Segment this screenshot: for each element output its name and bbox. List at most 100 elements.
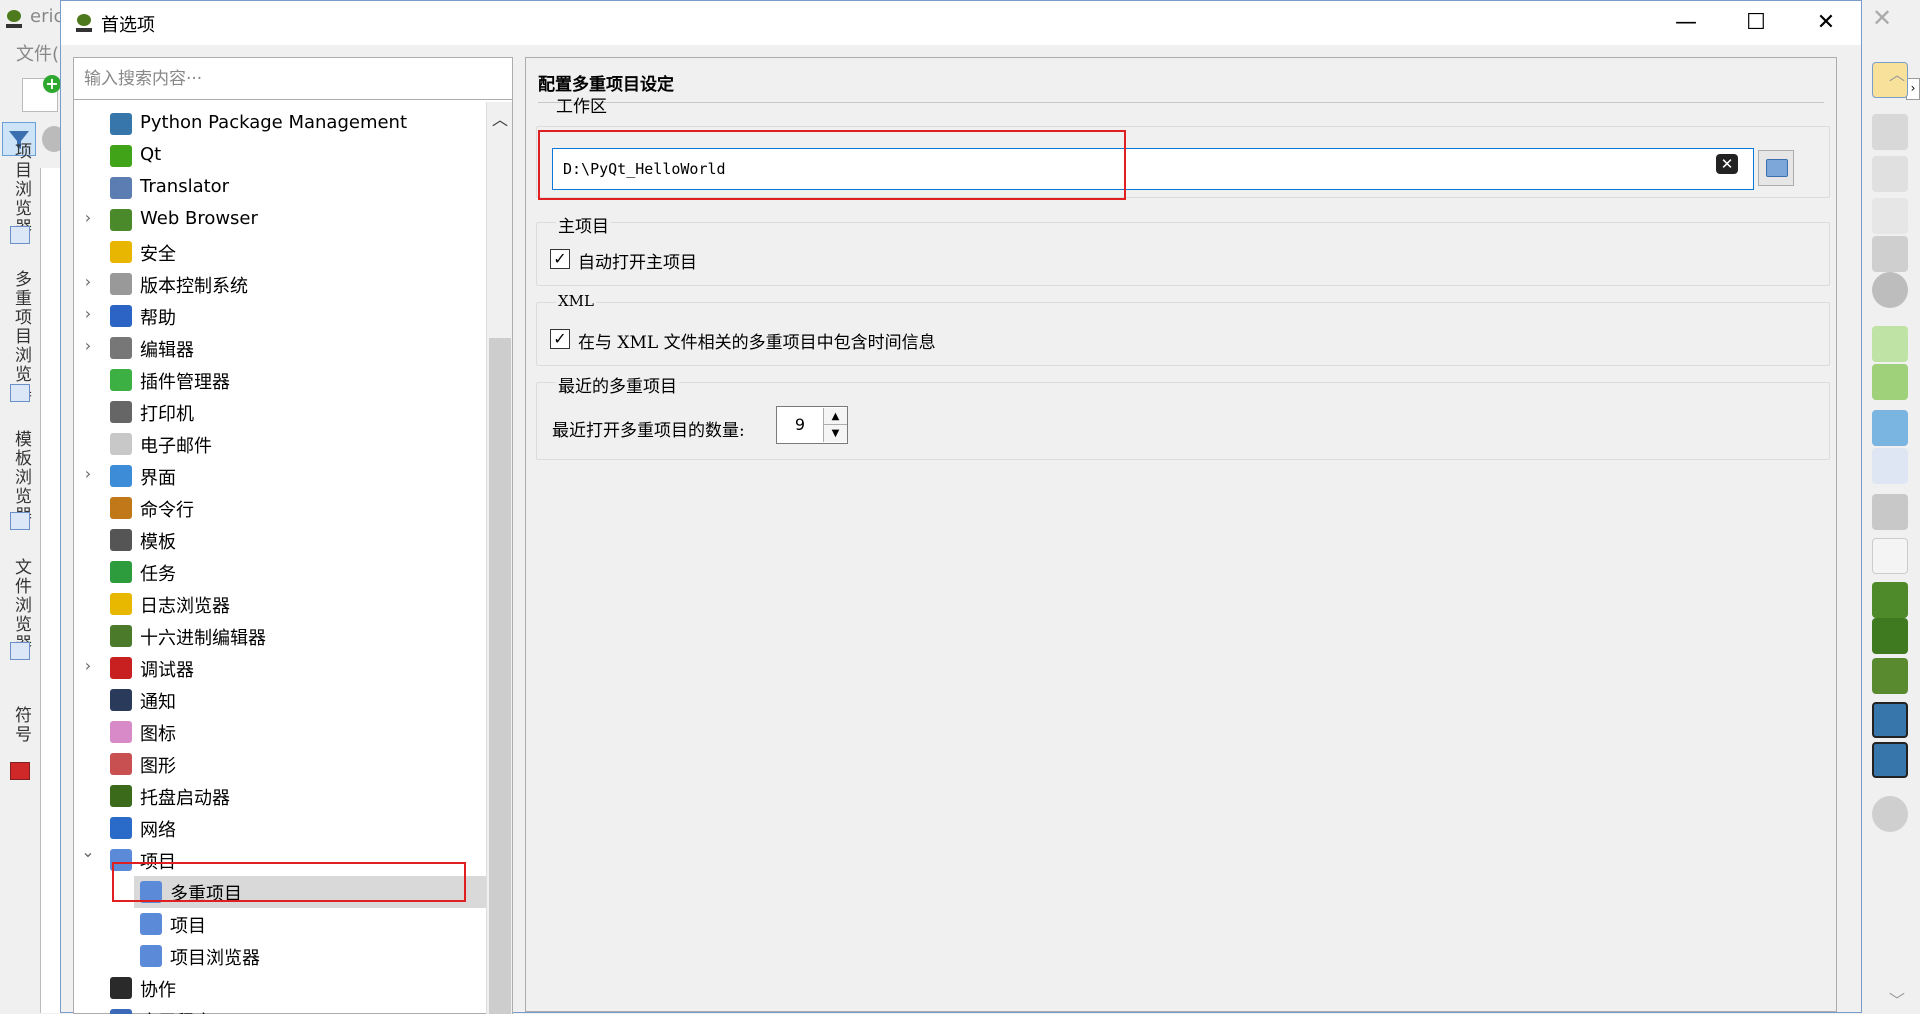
tree-item-label: 插件管理器 — [140, 372, 230, 393]
clear-icon[interactable]: ✕ — [1716, 154, 1738, 174]
email-icon — [110, 433, 132, 455]
chevron-right-icon[interactable]: › — [80, 336, 96, 355]
tree-item-label: 打印机 — [140, 404, 194, 425]
project-icon — [140, 913, 162, 935]
tree-item-label: 图标 — [140, 724, 176, 745]
recent-count-value[interactable]: 9 — [777, 415, 823, 434]
xml-group-title: XML — [556, 292, 596, 310]
folder-icon — [1766, 159, 1788, 177]
project-browser-icon — [140, 945, 162, 967]
maximize-button[interactable]: ☐ — [1721, 1, 1791, 45]
master-project-group-title: 主项目 — [556, 212, 611, 237]
scroll-up-icon[interactable]: ︿ — [1885, 61, 1909, 85]
tree-item[interactable]: › 界面 — [74, 460, 486, 492]
tree-item[interactable]: 任务 — [74, 556, 486, 588]
qt-icon — [110, 145, 132, 167]
tree-item[interactable]: 插件管理器 — [74, 364, 486, 396]
auto-open-master-checkbox[interactable]: ✓ — [550, 249, 570, 269]
bug-icon — [110, 657, 132, 679]
annotation-box-multi-project — [112, 862, 466, 902]
tree-item[interactable]: 网络 — [74, 812, 486, 844]
tree-item[interactable]: Python Package Management — [74, 108, 486, 140]
tree-item-label: 托盘启动器 — [140, 788, 230, 809]
tree-item-label: 协作 — [140, 980, 176, 1001]
annotation-box-workspace — [538, 130, 1126, 200]
tree-item[interactable]: 十六进制编辑器 — [74, 620, 486, 652]
vtab-file-browser[interactable]: 文件浏览器 — [8, 558, 34, 653]
tree-item-label: Translator — [140, 176, 230, 197]
dialog-title: 首选项 — [101, 15, 155, 36]
spin-down-icon[interactable]: ▼ — [823, 425, 847, 442]
vcs-icon — [110, 273, 132, 295]
recent-count-spinbox[interactable]: 9 ▲ ▼ — [776, 406, 848, 444]
hex-editor-icon — [110, 625, 132, 647]
printer-icon — [110, 401, 132, 423]
file-browser-icon — [10, 642, 30, 660]
tree-item[interactable]: Qt — [74, 140, 486, 172]
symbols-icon — [10, 762, 30, 780]
tree-item[interactable]: 项目浏览器 — [74, 940, 486, 972]
help-icon — [110, 305, 132, 327]
tree-item[interactable]: 协作 — [74, 972, 486, 1004]
tree-item-label: 模板 — [140, 532, 176, 553]
tree-item[interactable]: Translator — [74, 172, 486, 204]
tree-item[interactable]: › 版本控制系统 — [74, 268, 486, 300]
tree-item-label: 项目浏览器 — [170, 948, 260, 969]
vtab-template-browser[interactable]: 模板浏览器 — [8, 430, 34, 525]
chevron-down-icon[interactable]: ⌄ — [80, 842, 96, 861]
tree-scrollbar[interactable]: ︿ — [486, 102, 512, 1014]
vtab-symbols[interactable]: 符号 — [8, 706, 34, 744]
minimize-button[interactable]: — — [1651, 1, 1721, 45]
workspace-group-title: 工作区 — [556, 97, 607, 117]
tree-item[interactable]: › 帮助 — [74, 300, 486, 332]
dialog-titlebar: 首选项 — ☐ ✕ — [61, 1, 1861, 45]
scroll-down-icon[interactable]: ﹀ — [1885, 987, 1909, 1011]
tree-item[interactable]: › 编辑器 — [74, 332, 486, 364]
shell-icon — [110, 497, 132, 519]
eric-logo-icon — [6, 10, 22, 28]
web-browser-icon — [110, 209, 132, 231]
tree-item[interactable]: 通知 — [74, 684, 486, 716]
scrollbar-thumb[interactable] — [489, 338, 511, 1014]
tree-item[interactable]: › 调试器 — [74, 652, 486, 684]
tree-item[interactable]: 电子邮件 — [74, 428, 486, 460]
main-window-title: eric — [30, 6, 64, 27]
chevron-right-icon[interactable]: › — [80, 464, 96, 483]
menu-file[interactable]: 文件( — [16, 40, 59, 66]
tree-item[interactable]: 托盘启动器 — [74, 780, 486, 812]
auto-open-master-label: 自动打开主项目 — [578, 253, 697, 273]
new-project-button[interactable]: + — [22, 75, 61, 112]
chevron-right-icon[interactable]: › — [80, 208, 96, 227]
tree-item-label: Web Browser — [140, 208, 258, 229]
spin-up-icon[interactable]: ▲ — [823, 408, 847, 425]
tree-item[interactable]: 安全 — [74, 236, 486, 268]
scroll-up-icon[interactable]: ︿ — [487, 106, 513, 130]
tree-item[interactable]: 项目 — [74, 908, 486, 940]
tree-item-label: 应用程序 — [140, 1008, 212, 1014]
tree-item[interactable]: 命令行 — [74, 492, 486, 524]
tree-item[interactable]: 模板 — [74, 524, 486, 556]
tree-item[interactable]: 图形 — [74, 748, 486, 780]
browse-folder-button[interactable] — [1758, 150, 1794, 186]
settings-page: 配置多重项目设定 — [525, 57, 1837, 1012]
xml-timestamp-checkbox[interactable]: ✓ — [550, 329, 570, 349]
xml-timestamp-label: 在与 XML 文件相关的多重项目中包含时间信息 — [578, 333, 936, 353]
tree-item[interactable]: 日志浏览器 — [74, 588, 486, 620]
chevron-right-icon[interactable]: › — [80, 656, 96, 675]
search-input[interactable] — [74, 58, 512, 100]
main-window-close-icon[interactable]: ✕ — [1872, 4, 1892, 32]
task-icon — [110, 561, 132, 583]
tree-item[interactable]: 打印机 — [74, 396, 486, 428]
vtab-project-browser[interactable]: 项目浏览器 — [8, 142, 34, 237]
lock-icon — [110, 241, 132, 263]
tree-item-label: 十六进制编辑器 — [140, 628, 266, 649]
tree-item[interactable]: 图标 — [74, 716, 486, 748]
tree-item[interactable]: › Web Browser — [74, 204, 486, 236]
tree-item-label: 版本控制系统 — [140, 276, 248, 297]
chevron-right-icon[interactable]: › — [80, 304, 96, 323]
close-button[interactable]: ✕ — [1791, 1, 1861, 45]
settings-scrollbar[interactable]: ︿ ﹀ — [1885, 57, 1909, 1012]
chevron-right-icon[interactable]: › — [80, 272, 96, 291]
plugin-icon — [110, 369, 132, 391]
notification-icon — [110, 689, 132, 711]
